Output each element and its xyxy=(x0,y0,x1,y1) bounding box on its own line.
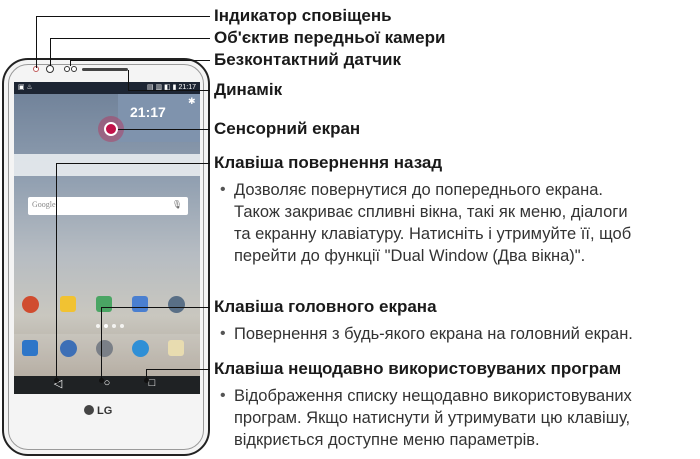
mic-icon[interactable]: 🎙 xyxy=(172,200,182,209)
app-icon-drawer[interactable] xyxy=(96,340,113,357)
app-icon-play-store[interactable] xyxy=(96,296,112,312)
app-icon-contacts[interactable] xyxy=(60,340,77,357)
front-camera-lens xyxy=(46,65,54,73)
callout-line-home-h xyxy=(101,307,210,308)
callout-dot-back xyxy=(54,378,59,383)
callout-line-speaker-h xyxy=(128,90,210,91)
touch-indicator xyxy=(104,122,118,136)
status-right: ▤ ▥ ◧ ▮ 21:17 xyxy=(146,84,196,91)
desc-back-line-2: Також закриває спливні вікна, такі як ме… xyxy=(234,203,628,221)
callout-line-back-h xyxy=(56,163,210,164)
callout-line-camera-v xyxy=(50,38,51,66)
proximity-sensor-dot xyxy=(64,66,70,72)
desc-back-line-4: перейти до функції "Dual Window (Два вік… xyxy=(234,247,586,265)
proximity-sensor-dot-2 xyxy=(71,66,77,72)
callout-line-recent-h xyxy=(146,369,210,370)
label-front-camera: Об'єктив передньої камери xyxy=(214,28,446,47)
desc-recent-line-2: програм. Якщо натиснути й утримувати цю … xyxy=(234,409,631,427)
label-notification-led: Індикатор сповіщень xyxy=(214,6,392,25)
app-icon-browser[interactable] xyxy=(132,340,149,357)
app-icon-camera[interactable] xyxy=(132,296,148,312)
google-search-bar[interactable]: Google 🎙 xyxy=(28,197,188,215)
callout-line-home-v xyxy=(101,307,102,380)
label-home-key: Клавіша головного екрана xyxy=(214,297,437,316)
search-placeholder: Google xyxy=(32,200,56,209)
app-icon-email[interactable] xyxy=(60,296,76,312)
callout-line-led-v xyxy=(36,16,37,68)
navigation-bar: ◁ ○ □ xyxy=(14,376,200,394)
callout-line-camera-h xyxy=(50,38,210,39)
bullet-back: • xyxy=(220,181,226,198)
settings-icon[interactable]: ✱ xyxy=(188,96,196,107)
clock-time: 21:17 xyxy=(130,104,166,120)
lg-logo: LG xyxy=(84,405,112,417)
label-proximity-sensor: Безконтактний датчик xyxy=(214,50,401,69)
app-icon-phone[interactable] xyxy=(22,340,38,356)
earpiece-speaker xyxy=(82,68,128,71)
callout-line-proximity-h xyxy=(70,60,210,61)
desc-back-line-3: та екранну клавіатуру. Натисніть і утрим… xyxy=(234,225,632,243)
desc-recent-line-1: Відображення списку нещодавно використов… xyxy=(234,387,632,405)
desc-back-line-1: Дозволяє повернутися до попереднього екр… xyxy=(234,181,603,199)
status-bar: ▣ ♨ ▤ ▥ ◧ ▮ 21:17 xyxy=(14,82,200,94)
desc-recent-line-3: відкриється доступне меню параметрів. xyxy=(234,431,540,449)
label-recent-key: Клавіша нещодавно використовуваних прогр… xyxy=(214,359,622,378)
callout-line-touch xyxy=(118,129,210,130)
desc-home-line-1: Повернення з будь-якого екрана на головн… xyxy=(234,325,633,343)
app-icon-settings[interactable] xyxy=(168,296,185,313)
app-icon-messages[interactable] xyxy=(168,340,184,356)
label-speaker: Динамік xyxy=(214,80,283,99)
callout-dot-recent xyxy=(144,378,149,383)
widget-bar[interactable] xyxy=(14,154,200,176)
app-icon-apps[interactable] xyxy=(22,296,39,313)
callout-dot-home xyxy=(99,378,104,383)
callout-line-speaker-v xyxy=(128,70,129,90)
bullet-home: • xyxy=(220,325,226,342)
label-back-key: Клавіша повернення назад xyxy=(214,153,443,172)
brand-text: LG xyxy=(97,405,113,417)
bullet-recent: • xyxy=(220,387,226,404)
callout-line-led-h xyxy=(36,16,210,17)
label-touch-screen: Сенсорний екран xyxy=(214,119,361,138)
status-left-icons: ▣ ♨ xyxy=(18,84,33,91)
callout-line-back-v xyxy=(56,163,57,381)
